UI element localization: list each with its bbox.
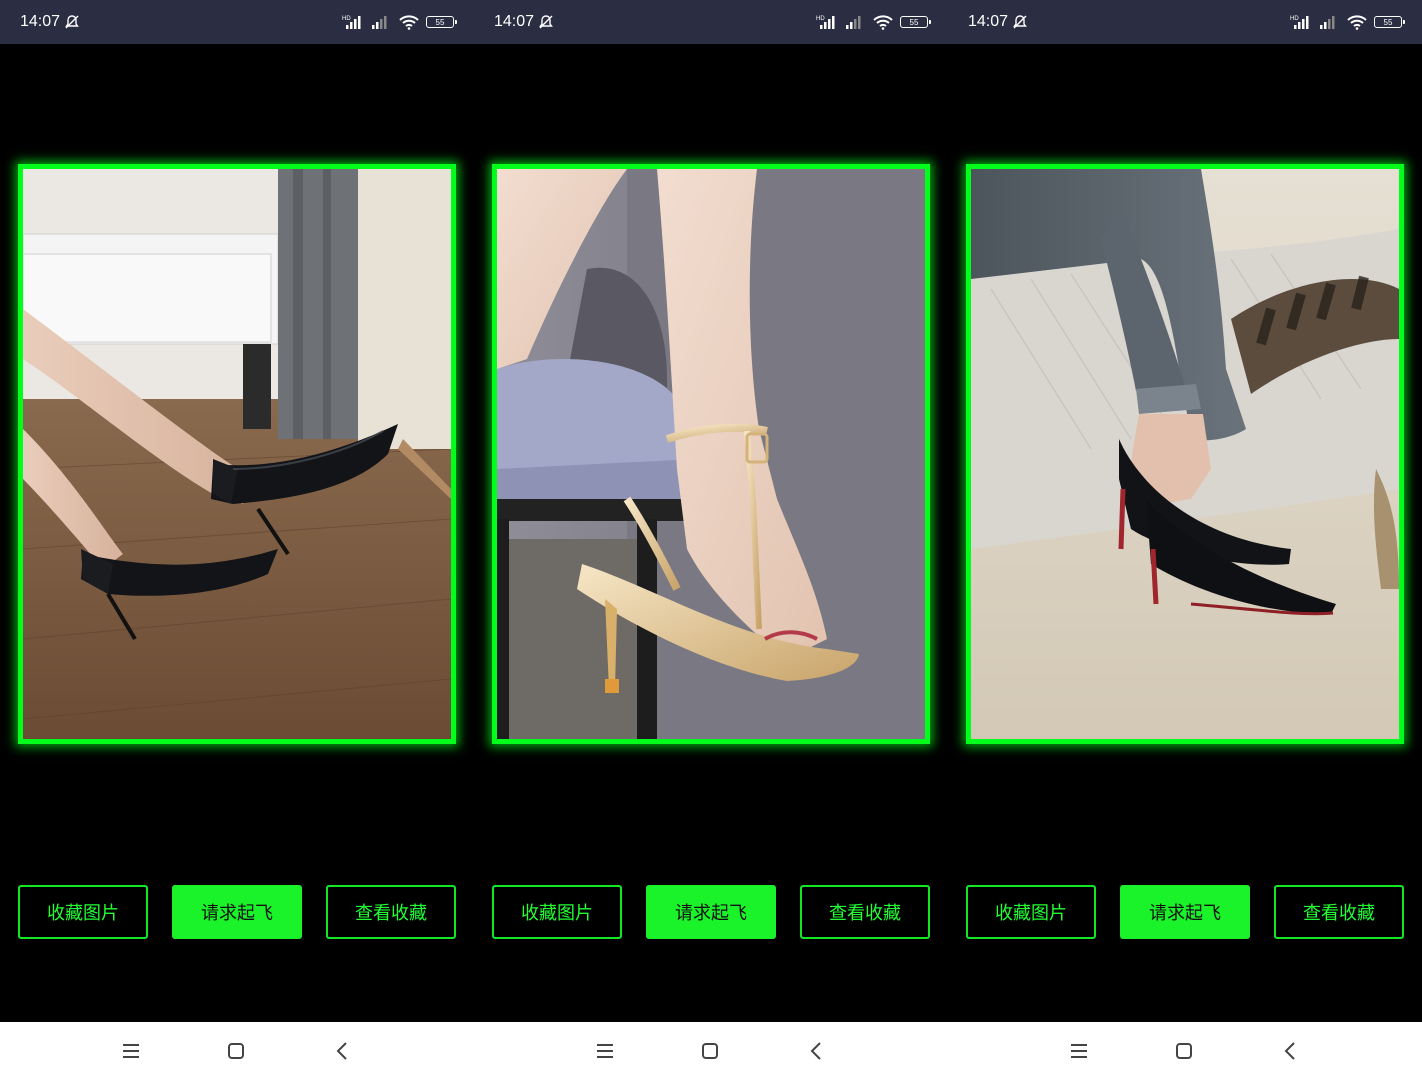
signal-icon [372,16,387,29]
photo-frame[interactable] [492,164,930,744]
photo-frame[interactable] [966,164,1404,744]
navigation-bar [0,1022,474,1080]
navigation-bar [474,1022,948,1080]
back-icon[interactable] [805,1040,827,1062]
favorite-image-button[interactable]: 收藏图片 [18,885,148,939]
hd-signal-icon: HD [816,16,835,29]
home-icon[interactable] [225,1040,247,1062]
status-time: 14:07 [968,13,1009,30]
wifi-icon [1347,15,1367,30]
battery-icon: 55 [1374,16,1405,28]
photo-heels-black-pumps [23,169,451,739]
menu-icon[interactable] [120,1040,142,1062]
phone-screen-1: 14:07 HD 55 收藏图片 请求起飞 查看收藏 [0,0,474,1080]
home-icon[interactable] [699,1040,721,1062]
photo-heels-red-sole-pumps [971,169,1399,739]
mute-icon [65,15,79,29]
request-takeoff-button[interactable]: 请求起飞 [172,885,302,939]
status-icons: HD 55 [1290,14,1405,30]
menu-icon[interactable] [594,1040,616,1062]
hd-signal-icon: HD [1290,16,1309,29]
favorite-image-button[interactable]: 收藏图片 [492,885,622,939]
status-icons: HD 55 [342,14,457,30]
hd-signal-icon: HD [342,16,361,29]
request-takeoff-button[interactable]: 请求起飞 [646,885,776,939]
phone-screenshots: 14:07 HD 55 收藏图片 请求起飞 查看收藏 14:07 HD 55 收… [0,0,1422,1080]
navigation-bar [948,1022,1422,1080]
action-buttons: 收藏图片 请求起飞 查看收藏 [966,885,1404,939]
phone-screen-2: 14:07 HD 55 收藏图片 请求起飞 查看收藏 [474,0,948,1080]
view-favorites-button[interactable]: 查看收藏 [800,885,930,939]
svg-text:HD: HD [1290,16,1299,22]
status-icons: HD 55 [816,14,931,30]
action-buttons: 收藏图片 请求起飞 查看收藏 [492,885,930,939]
favorite-image-button[interactable]: 收藏图片 [966,885,1096,939]
status-bar: 14:07 HD 55 [0,0,474,44]
wifi-icon [399,15,419,30]
battery-icon: 55 [900,16,931,28]
status-bar: 14:07 HD 55 [948,0,1422,44]
battery-icon: 55 [426,16,457,28]
back-icon[interactable] [1279,1040,1301,1062]
home-icon[interactable] [1173,1040,1195,1062]
action-buttons: 收藏图片 请求起飞 查看收藏 [18,885,456,939]
phone-screen-3: 14:07 HD 55 收藏图片 请求起飞 查看收藏 [948,0,1422,1080]
view-favorites-button[interactable]: 查看收藏 [1274,885,1404,939]
signal-icon [846,16,861,29]
mute-icon [1013,15,1027,29]
photo-heels-gold-sandal [497,169,925,739]
status-time: 14:07 [20,13,61,30]
svg-text:HD: HD [816,16,825,22]
menu-icon[interactable] [1068,1040,1090,1062]
back-icon[interactable] [331,1040,353,1062]
svg-text:HD: HD [342,16,351,22]
signal-icon [1320,16,1335,29]
wifi-icon [873,15,893,30]
status-time: 14:07 [494,13,535,30]
status-bar: 14:07 HD 55 [474,0,948,44]
photo-frame[interactable] [18,164,456,744]
request-takeoff-button[interactable]: 请求起飞 [1120,885,1250,939]
mute-icon [539,15,553,29]
view-favorites-button[interactable]: 查看收藏 [326,885,456,939]
